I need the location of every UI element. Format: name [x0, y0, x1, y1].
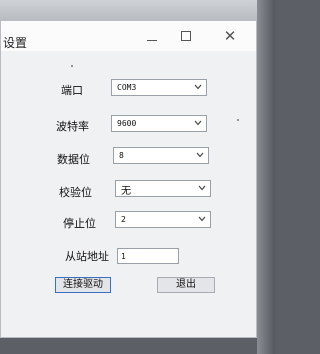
close-button[interactable]: ✕: [215, 24, 245, 48]
title-bar[interactable]: 设置 ✕: [1, 21, 256, 51]
minimize-icon: [147, 39, 157, 41]
maximize-icon: [181, 31, 191, 41]
window-title: 设置: [3, 36, 28, 50]
chevron-down-icon: [196, 152, 204, 158]
port-label: 端口: [61, 84, 83, 97]
screen-speck: [71, 65, 73, 67]
data-bits-value: 8: [119, 151, 124, 160]
port-select[interactable]: COM3: [111, 79, 207, 96]
maximize-button[interactable]: [171, 24, 201, 48]
close-icon: ✕: [223, 26, 237, 45]
chevron-down-icon: [194, 120, 202, 126]
data-bits-select[interactable]: 8: [113, 147, 209, 164]
parity-value: 无: [121, 186, 131, 197]
parity-select[interactable]: 无: [115, 180, 211, 197]
baud-rate-select[interactable]: 9600: [111, 115, 207, 132]
data-bits-label: 数据位: [57, 153, 90, 166]
slave-address-value: 1: [121, 252, 126, 261]
stop-bits-select[interactable]: 2: [115, 211, 211, 228]
baud-rate-label: 波特率: [56, 120, 89, 133]
slave-address-input[interactable]: 1: [117, 248, 179, 264]
settings-dialog: 设置 ✕ 端口 COM3 波特率 9600 数据位 8 校验位 无 停止位 2: [0, 20, 257, 338]
port-value: COM3: [117, 83, 137, 92]
screen-speck: [237, 119, 239, 121]
baud-rate-value: 9600: [117, 119, 137, 128]
stop-bits-label: 停止位: [63, 217, 96, 230]
connect-driver-button[interactable]: 连接驱动: [55, 277, 111, 293]
chevron-down-icon: [198, 216, 206, 222]
chevron-down-icon: [194, 84, 202, 90]
exit-button[interactable]: 退出: [157, 277, 215, 293]
slave-address-label: 从站地址: [65, 250, 109, 263]
stop-bits-value: 2: [121, 215, 126, 224]
minimize-button[interactable]: [137, 24, 167, 48]
monitor-bezel-top: [0, 0, 275, 20]
parity-label: 校验位: [59, 186, 92, 199]
chevron-down-icon: [198, 185, 206, 191]
monitor-bezel-right: [257, 0, 275, 354]
